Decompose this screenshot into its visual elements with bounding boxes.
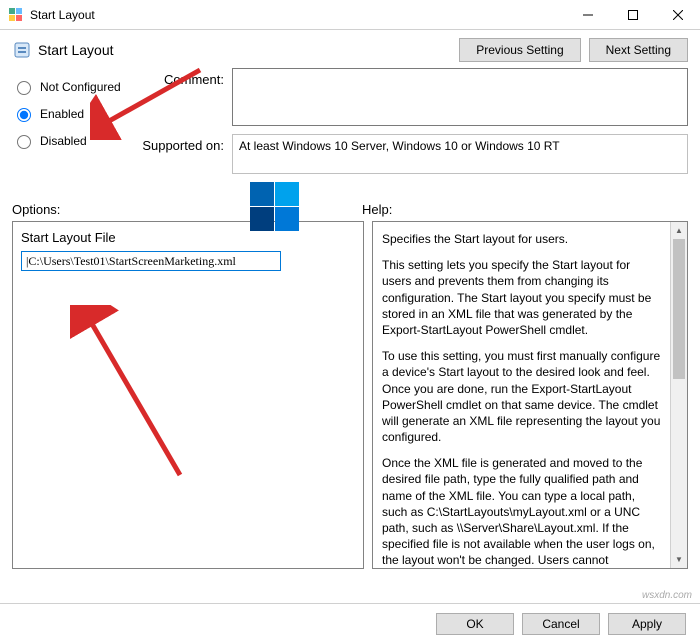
ok-button[interactable]: OK — [436, 613, 514, 635]
titlebar: Start Layout — [0, 0, 700, 30]
scroll-up-icon[interactable]: ▲ — [671, 222, 687, 239]
comment-input[interactable] — [232, 68, 688, 126]
setting-title: Start Layout — [38, 42, 451, 58]
supported-text: At least Windows 10 Server, Windows 10 o… — [232, 134, 688, 174]
radio-enabled-label: Enabled — [40, 107, 84, 121]
cancel-button[interactable]: Cancel — [522, 613, 600, 635]
maximize-button[interactable] — [610, 0, 655, 30]
radio-not-configured[interactable]: Not Configured — [12, 78, 142, 95]
help-p3: To use this setting, you must first manu… — [382, 348, 661, 445]
dialog-footer: OK Cancel Apply — [0, 603, 700, 643]
help-p4: Once the XML file is generated and moved… — [382, 455, 661, 567]
start-layout-file-label: Start Layout File — [21, 230, 355, 245]
options-pane: Start Layout File — [12, 221, 364, 569]
state-radio-group: Not Configured Enabled Disabled — [12, 68, 142, 182]
options-label: Options: — [12, 202, 362, 217]
watermark: wsxdn.com — [642, 590, 692, 601]
help-text: Specifies the Start layout for users. Th… — [374, 223, 669, 567]
app-icon — [8, 7, 24, 23]
radio-disabled-label: Disabled — [40, 134, 87, 148]
next-setting-button[interactable]: Next Setting — [589, 38, 688, 62]
help-p2: This setting lets you specify the Start … — [382, 257, 661, 338]
logo-overlay — [250, 182, 300, 232]
radio-not-configured-label: Not Configured — [40, 80, 121, 94]
help-p1: Specifies the Start layout for users. — [382, 231, 661, 247]
radio-disabled[interactable]: Disabled — [12, 132, 142, 149]
previous-setting-button[interactable]: Previous Setting — [459, 38, 580, 62]
help-scrollbar[interactable]: ▲ ▼ — [670, 222, 687, 568]
start-layout-file-input[interactable] — [21, 251, 281, 271]
supported-label: Supported on: — [142, 134, 232, 153]
close-button[interactable] — [655, 0, 700, 30]
radio-enabled[interactable]: Enabled — [12, 105, 142, 122]
setting-header: Start Layout Previous Setting Next Setti… — [0, 30, 700, 66]
apply-button[interactable]: Apply — [608, 613, 686, 635]
scroll-down-icon[interactable]: ▼ — [671, 551, 687, 568]
window-title: Start Layout — [30, 8, 565, 22]
radio-disabled-input[interactable] — [17, 135, 31, 149]
radio-not-configured-input[interactable] — [17, 81, 31, 95]
help-pane: Specifies the Start layout for users. Th… — [372, 221, 688, 569]
scroll-thumb[interactable] — [673, 239, 685, 379]
help-label: Help: — [362, 202, 392, 217]
minimize-button[interactable] — [565, 0, 610, 30]
setting-icon — [12, 40, 32, 60]
radio-enabled-input[interactable] — [17, 108, 31, 122]
comment-label: Comment: — [142, 68, 232, 87]
